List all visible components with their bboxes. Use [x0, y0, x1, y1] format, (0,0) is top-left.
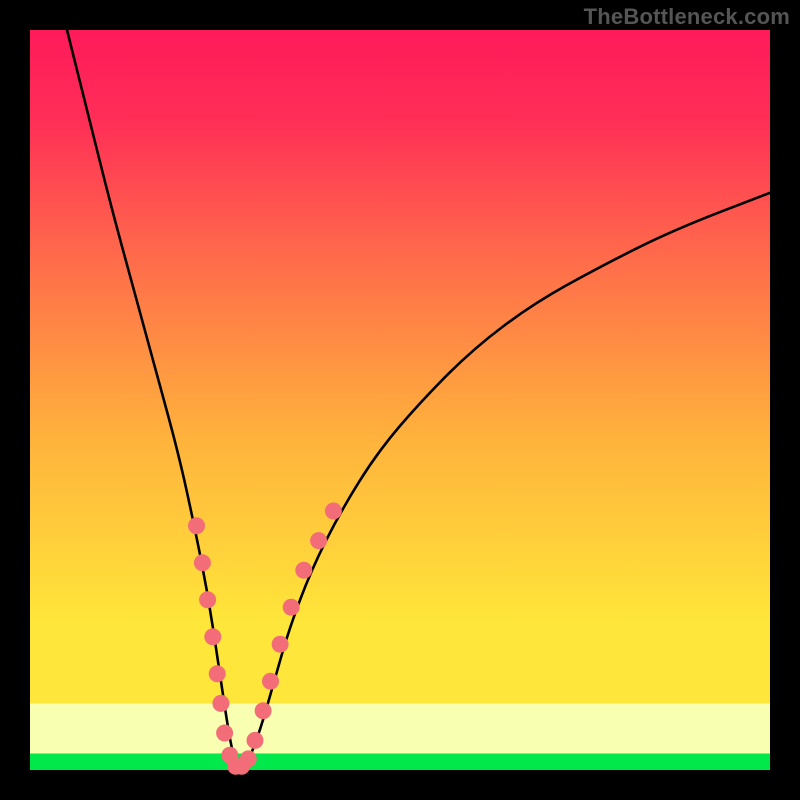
chart-svg: [30, 30, 770, 770]
data-marker: [216, 725, 233, 742]
data-marker: [199, 591, 216, 608]
data-marker: [212, 695, 229, 712]
chart-frame: TheBottleneck.com: [0, 0, 800, 800]
data-marker: [247, 732, 264, 749]
data-marker: [272, 636, 289, 653]
marker-group: [188, 503, 342, 775]
data-marker: [204, 628, 221, 645]
data-marker: [295, 562, 312, 579]
data-marker: [255, 702, 272, 719]
bottleneck-curve: [67, 30, 770, 770]
data-marker: [194, 554, 211, 571]
data-marker: [240, 750, 257, 767]
data-marker: [283, 599, 300, 616]
data-marker: [209, 665, 226, 682]
data-marker: [188, 517, 205, 534]
watermark-text: TheBottleneck.com: [584, 4, 790, 30]
data-marker: [262, 673, 279, 690]
data-marker: [310, 532, 327, 549]
data-marker: [325, 503, 342, 520]
